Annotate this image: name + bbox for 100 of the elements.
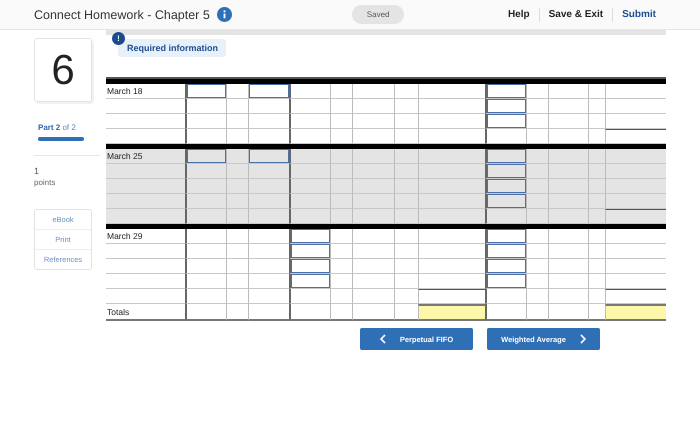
totals-label-cell: Totals bbox=[106, 304, 185, 321]
points-value: 1 bbox=[34, 166, 40, 176]
table-cell bbox=[548, 99, 588, 114]
table-cell bbox=[588, 229, 605, 244]
table-cell bbox=[226, 179, 248, 194]
table-cell bbox=[588, 244, 605, 259]
table-cell bbox=[185, 304, 226, 321]
table-cell bbox=[352, 194, 394, 209]
points-label: points bbox=[34, 178, 56, 187]
table-cell bbox=[226, 304, 248, 321]
table-cell bbox=[185, 244, 226, 259]
total-cell bbox=[418, 304, 485, 321]
header-link[interactable]: Help bbox=[508, 9, 530, 20]
table-cell bbox=[588, 84, 605, 99]
alert-badge: ! bbox=[112, 32, 125, 45]
table-cell bbox=[352, 149, 394, 164]
table-cell bbox=[226, 114, 248, 129]
table-cell bbox=[289, 194, 330, 209]
table-cell bbox=[289, 164, 330, 179]
table-cell bbox=[588, 259, 605, 274]
table-cell bbox=[588, 274, 605, 289]
table-cell bbox=[548, 229, 588, 244]
part-label: Part 2 of 2 bbox=[38, 123, 77, 132]
table-cell bbox=[588, 164, 605, 179]
table-cell bbox=[548, 164, 588, 179]
table-cell bbox=[548, 274, 588, 289]
table-cell bbox=[394, 274, 418, 289]
table-cell bbox=[226, 209, 248, 224]
table-cell bbox=[185, 229, 226, 244]
table-cell bbox=[185, 274, 226, 289]
table-cell bbox=[588, 289, 605, 304]
table-cell bbox=[352, 304, 394, 321]
table-cell bbox=[352, 289, 394, 304]
table-cell bbox=[605, 259, 666, 274]
table-cell bbox=[588, 179, 605, 194]
table-cell bbox=[394, 259, 418, 274]
table-cell bbox=[185, 114, 226, 129]
table-cell bbox=[185, 209, 226, 224]
table-cell bbox=[588, 149, 605, 164]
table-cell bbox=[185, 179, 226, 194]
table-cell bbox=[394, 209, 418, 224]
required-info-tag[interactable]: Required information bbox=[118, 39, 226, 57]
table-cell bbox=[605, 274, 666, 289]
table-cell bbox=[394, 99, 418, 114]
table-cell bbox=[289, 114, 330, 129]
table-cell bbox=[330, 194, 352, 209]
table-cell bbox=[605, 179, 666, 194]
table-cell bbox=[248, 179, 289, 194]
table-cell bbox=[548, 244, 588, 259]
table-cell bbox=[330, 304, 352, 321]
table-cell bbox=[548, 179, 588, 194]
table-cell bbox=[605, 209, 666, 224]
table-cell bbox=[226, 164, 248, 179]
table-cell bbox=[185, 289, 226, 304]
table-cell bbox=[226, 289, 248, 304]
info-icon[interactable] bbox=[216, 7, 232, 22]
table-cell bbox=[548, 114, 588, 129]
header-link[interactable]: Submit bbox=[622, 9, 656, 20]
table-cell bbox=[394, 164, 418, 179]
table-cell bbox=[605, 164, 666, 179]
table-cell bbox=[248, 304, 289, 321]
header-link[interactable]: Save & Exit bbox=[548, 9, 604, 20]
table-cell bbox=[352, 179, 394, 194]
table-cell bbox=[226, 274, 248, 289]
table-cell bbox=[548, 209, 588, 224]
question-number: 6 bbox=[51, 46, 75, 94]
table-cell bbox=[394, 229, 418, 244]
table-cell bbox=[418, 289, 485, 304]
table-cell bbox=[185, 259, 226, 274]
assignment-title: Connect Homework - Chapter 5 bbox=[34, 8, 210, 22]
table-cell bbox=[548, 259, 588, 274]
table-cell bbox=[526, 304, 548, 321]
table-cell bbox=[289, 209, 330, 224]
table-cell bbox=[226, 194, 248, 209]
table-cell bbox=[605, 114, 666, 129]
table-cell bbox=[588, 209, 605, 224]
table-cell bbox=[605, 99, 666, 114]
table-cell bbox=[394, 289, 418, 304]
table-cell bbox=[548, 84, 588, 99]
saved-status: Saved bbox=[352, 5, 404, 24]
table-cell bbox=[605, 149, 666, 164]
table-cell bbox=[526, 209, 548, 224]
table-cell bbox=[605, 84, 666, 99]
table-cell bbox=[352, 164, 394, 179]
table-cell bbox=[330, 114, 352, 129]
date-cell: March 25 bbox=[106, 149, 185, 164]
table-cell bbox=[588, 194, 605, 209]
table-cell bbox=[352, 244, 394, 259]
table-cell bbox=[226, 244, 248, 259]
table-cell bbox=[330, 164, 352, 179]
table-cell bbox=[588, 99, 605, 114]
table-cell bbox=[352, 259, 394, 274]
table-cell bbox=[289, 304, 330, 321]
table-cell bbox=[330, 149, 352, 164]
table-cell bbox=[248, 114, 289, 129]
total-cell bbox=[605, 304, 666, 321]
table-cell bbox=[330, 209, 352, 224]
table-cell bbox=[605, 229, 666, 244]
table-cell bbox=[588, 114, 605, 129]
date-cell: March 29 bbox=[106, 229, 185, 244]
